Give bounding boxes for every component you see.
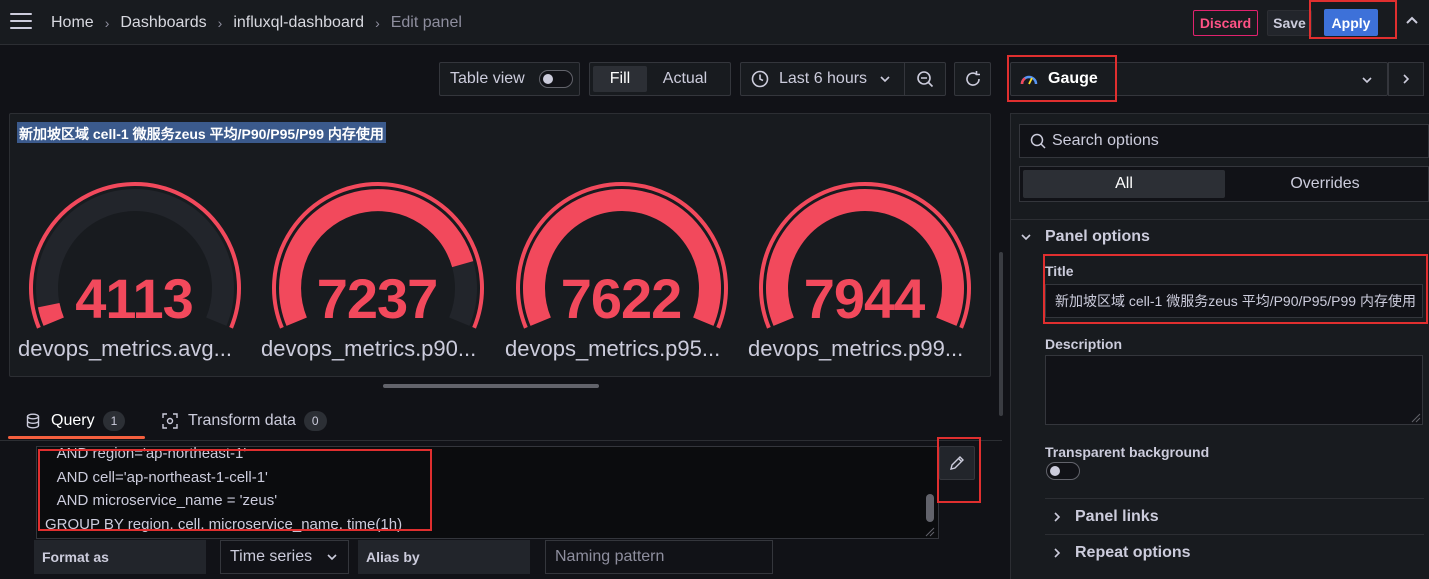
code-scrollbar[interactable] (926, 494, 934, 522)
options-tabs: All Overrides (1019, 166, 1429, 202)
time-picker: Last 6 hours (740, 62, 946, 96)
chevron-down-icon (327, 554, 337, 561)
gauge-label: devops_metrics.p95... (505, 336, 721, 361)
transform-count-badge: 0 (303, 411, 327, 431)
description-textarea[interactable] (1045, 355, 1423, 425)
title-input[interactable]: 新加坡区域 cell-1 微服务zeus 平均/P90/P95/P99 内存使用 (1045, 284, 1423, 318)
search-placeholder: Search options (1052, 132, 1159, 149)
format-as-select[interactable]: Time series (220, 540, 349, 574)
visualization-name: Gauge (1048, 70, 1098, 87)
refresh-icon (965, 71, 980, 86)
refresh-button[interactable] (954, 62, 991, 96)
naming-pattern-input[interactable]: Naming pattern (545, 540, 773, 574)
vertical-scrollbar[interactable] (999, 252, 1003, 416)
transparent-background-switch[interactable] (1046, 462, 1080, 480)
chevron-up-icon[interactable] (1405, 14, 1423, 32)
gauge-value: 4113 (75, 267, 194, 330)
divider (1045, 534, 1424, 535)
breadcrumb-current: Edit panel (390, 14, 462, 31)
fill-button[interactable]: Fill (593, 66, 647, 92)
edit-query-button[interactable] (939, 446, 975, 480)
breadcrumb-dashboards[interactable]: Dashboards (120, 14, 206, 32)
options-pane-toggle[interactable] (1388, 62, 1424, 96)
horizontal-scrollbar[interactable] (383, 384, 599, 388)
repeat-options-header[interactable]: Repeat options (1051, 544, 1191, 562)
panel-title[interactable]: 新加坡区域 cell-1 微服务zeus 平均/P90/P95/P99 内存使用 (17, 122, 386, 143)
breadcrumb-separator: › (104, 15, 110, 31)
save-button[interactable]: Save (1267, 10, 1312, 36)
code-line: AND microservice_name = 'zeus' (45, 492, 278, 509)
resize-handle-icon[interactable] (1411, 413, 1421, 423)
chevron-down-icon (880, 76, 890, 83)
transform-icon (162, 413, 178, 429)
table-view-toggle[interactable]: Table view (439, 62, 580, 96)
gauge-label: devops_metrics.avg... (18, 336, 232, 361)
gauge-value: 7944 (803, 267, 926, 330)
code-line: AND region='ap-northeast-1' (45, 446, 247, 462)
chevron-down-icon (1021, 234, 1031, 241)
chevron-down-icon (1362, 77, 1372, 84)
active-tab-indicator (8, 436, 145, 439)
breadcrumb-dashboard[interactable]: influxql-dashboard (233, 14, 364, 32)
divider (1010, 219, 1429, 220)
transparent-background-label: Transparent background (1045, 444, 1210, 460)
chevron-right-icon (1054, 512, 1061, 522)
time-range-button[interactable]: Last 6 hours (741, 63, 906, 95)
alias-by-label: Alias by (358, 540, 530, 574)
tab-transform[interactable]: Transform data 0 (162, 409, 327, 433)
tab-overrides[interactable]: Overrides (1225, 170, 1425, 198)
time-range-label: Last 6 hours (779, 70, 868, 87)
title-label: Title (1045, 263, 1074, 279)
zoom-out-icon (917, 71, 934, 88)
search-options-input[interactable]: Search options (1019, 124, 1429, 158)
format-as-label: Format as (34, 540, 206, 574)
resize-handle-icon[interactable] (925, 527, 935, 537)
panel-options-label: Panel options (1045, 228, 1150, 245)
breadcrumb-separator: › (217, 15, 223, 31)
code-line: AND cell='ap-northeast-1-cell-1' (45, 469, 268, 486)
panel-links-header[interactable]: Panel links (1051, 508, 1159, 526)
clock-icon (751, 70, 769, 88)
query-code-editor[interactable]: AND region='ap-northeast-1' AND cell='ap… (36, 446, 939, 539)
breadcrumb-separator: › (375, 15, 380, 31)
visualization-picker[interactable]: Gauge (1010, 62, 1388, 96)
chevron-right-icon (1054, 548, 1061, 558)
actual-button[interactable]: Actual (647, 66, 723, 92)
tab-transform-label: Transform data (188, 412, 296, 429)
description-label: Description (1045, 336, 1123, 352)
gauge-icon (1020, 75, 1038, 85)
chevron-right-icon (1403, 74, 1410, 84)
gauge-value: 7622 (560, 267, 683, 330)
gauge-label: devops_metrics.p90... (261, 336, 477, 361)
menu-icon[interactable] (10, 13, 32, 31)
format-as-value: Time series (230, 548, 313, 565)
pencil-icon (950, 456, 964, 470)
search-icon (1030, 133, 1046, 149)
gauge-label: devops_metrics.p99... (748, 336, 964, 361)
query-count-badge: 1 (102, 411, 126, 431)
breadcrumb-home[interactable]: Home (51, 14, 94, 32)
panel-links-label: Panel links (1075, 508, 1159, 525)
panel-options-header[interactable]: Panel options (1020, 228, 1150, 246)
apply-button[interactable]: Apply (1324, 9, 1378, 36)
divider (1045, 498, 1424, 499)
tab-query-label: Query (51, 412, 95, 429)
fill-actual-toggle: Fill Actual (589, 62, 731, 96)
breadcrumb: Home › Dashboards › influxql-dashboard ›… (51, 12, 462, 34)
gauge-value: 7237 (316, 267, 439, 330)
table-view-label: Table view (450, 70, 525, 87)
database-icon (26, 413, 40, 429)
repeat-options-label: Repeat options (1075, 544, 1191, 561)
code-line: GROUP BY region, cell, microservice_name… (45, 516, 403, 533)
tab-all[interactable]: All (1023, 170, 1225, 198)
discard-button[interactable]: Discard (1193, 10, 1258, 36)
table-view-switch[interactable] (538, 70, 573, 88)
tab-query[interactable]: Query 1 (26, 409, 126, 433)
zoom-out-button[interactable] (905, 70, 945, 88)
